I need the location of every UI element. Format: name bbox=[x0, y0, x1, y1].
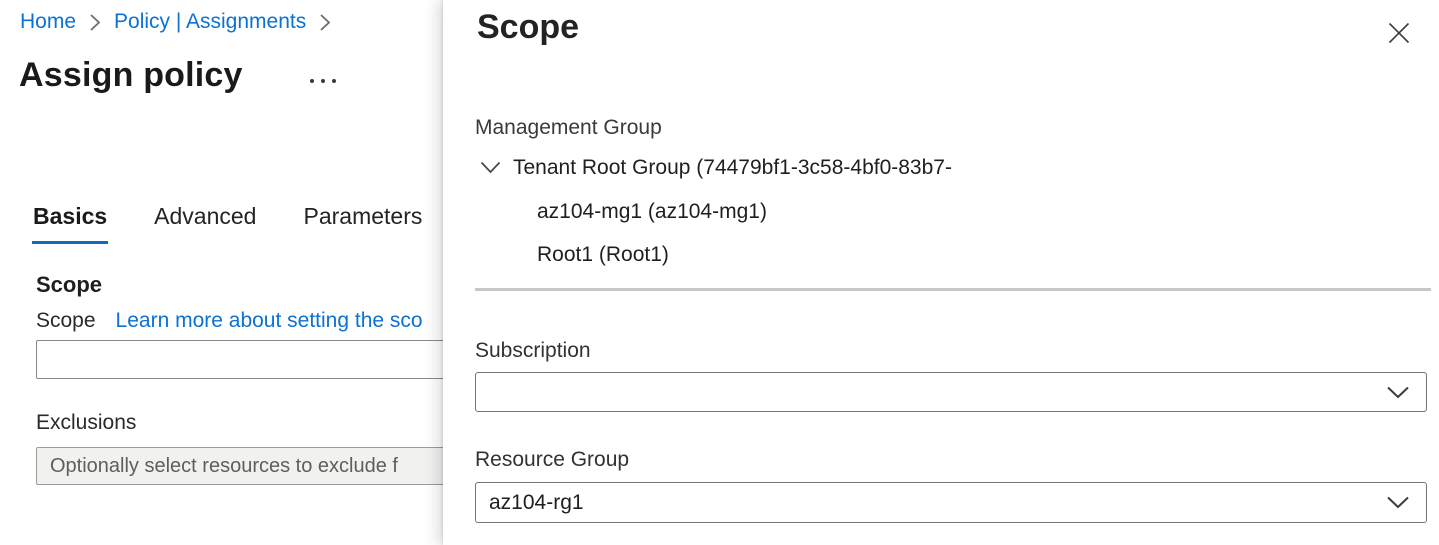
management-group-label: Management Group bbox=[475, 116, 662, 140]
scope-learn-more-link[interactable]: Learn more about setting the sco bbox=[116, 308, 423, 334]
tab-advanced[interactable]: Advanced bbox=[154, 203, 256, 244]
scope-panel: Scope Management Group Tenant Root Group… bbox=[443, 0, 1439, 545]
chevron-down-icon[interactable] bbox=[480, 161, 501, 174]
scope-field-label: Scope bbox=[36, 308, 96, 334]
page-title: Assign policy bbox=[19, 56, 243, 95]
exclusions-label: Exclusions bbox=[36, 411, 136, 435]
tree-item-tenant-root-group[interactable]: Tenant Root Group (74479bf1-3c58-4bf0-83… bbox=[480, 154, 952, 181]
resource-group-dropdown-value: az104-rg1 bbox=[476, 491, 1386, 515]
tab-parameters[interactable]: Parameters bbox=[303, 203, 422, 244]
tree-item-label: Root1 (Root1) bbox=[537, 241, 669, 268]
tree-item-label: az104-mg1 (az104-mg1) bbox=[537, 198, 767, 225]
tree-item-az104-mg1[interactable]: az104-mg1 (az104-mg1) bbox=[537, 198, 767, 225]
chevron-down-icon bbox=[1386, 386, 1410, 399]
subscription-label: Subscription bbox=[475, 339, 591, 363]
tree-item-label: Tenant Root Group (74479bf1-3c58-4bf0-83… bbox=[513, 154, 952, 181]
close-icon[interactable] bbox=[1379, 13, 1419, 53]
subscription-dropdown[interactable] bbox=[475, 372, 1427, 412]
scope-field-label-row: Scope Learn more about setting the sco bbox=[36, 308, 423, 334]
tab-basics[interactable]: Basics bbox=[33, 203, 107, 244]
panel-title: Scope bbox=[477, 8, 579, 47]
chevron-right-icon bbox=[319, 13, 331, 32]
chevron-right-icon bbox=[89, 13, 101, 32]
breadcrumb: Home Policy | Assignments bbox=[20, 9, 331, 35]
tree-item-root1[interactable]: Root1 (Root1) bbox=[537, 241, 669, 268]
tab-bar: Basics Advanced Parameters bbox=[33, 203, 422, 244]
more-options-icon[interactable] bbox=[300, 68, 346, 94]
chevron-down-icon bbox=[1386, 496, 1410, 509]
section-divider bbox=[475, 288, 1431, 291]
resource-group-dropdown[interactable]: az104-rg1 bbox=[475, 482, 1427, 523]
breadcrumb-item-policy-assignments[interactable]: Policy | Assignments bbox=[114, 9, 306, 35]
resource-group-label: Resource Group bbox=[475, 448, 629, 472]
breadcrumb-item-home[interactable]: Home bbox=[20, 9, 76, 35]
scope-section-heading: Scope bbox=[36, 272, 102, 298]
